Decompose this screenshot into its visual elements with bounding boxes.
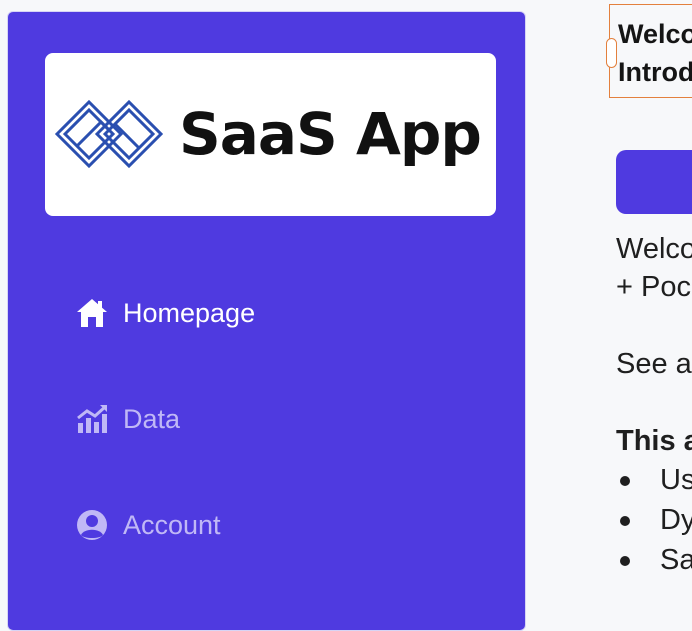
primary-button[interactable]	[616, 150, 692, 214]
logo-icon	[55, 99, 163, 169]
sidebar-item-homepage[interactable]: Homepage	[76, 295, 255, 331]
page-title: Welco Introd	[618, 19, 692, 87]
sidebar-item-label: Account	[123, 509, 221, 540]
sidebar-item-account[interactable]: Account	[76, 507, 221, 543]
user-circle-icon	[76, 509, 108, 541]
resize-handle[interactable]	[606, 38, 617, 68]
bullet-list: Us Dy Sa	[616, 460, 692, 580]
sidebar-item-label: Homepage	[123, 297, 256, 328]
list-item: Dy	[616, 500, 692, 540]
intro-text: Welco + Poc	[616, 233, 692, 303]
chart-icon	[76, 403, 108, 435]
home-icon	[76, 297, 108, 329]
sidebar-item-label: Data	[123, 403, 181, 434]
list-item: Sa	[616, 540, 692, 580]
logo-card[interactable]: SaaS App	[45, 53, 496, 216]
section-title: This a	[616, 425, 692, 457]
sidebar: SaaS App Homepage Data Account	[7, 11, 526, 631]
see-line: See a	[616, 348, 692, 380]
main-header-box[interactable]: Welco Introd	[606, 4, 692, 98]
logo-text: SaaS App	[179, 100, 482, 168]
sidebar-item-data[interactable]: Data	[76, 401, 180, 437]
list-item: Us	[616, 460, 692, 500]
